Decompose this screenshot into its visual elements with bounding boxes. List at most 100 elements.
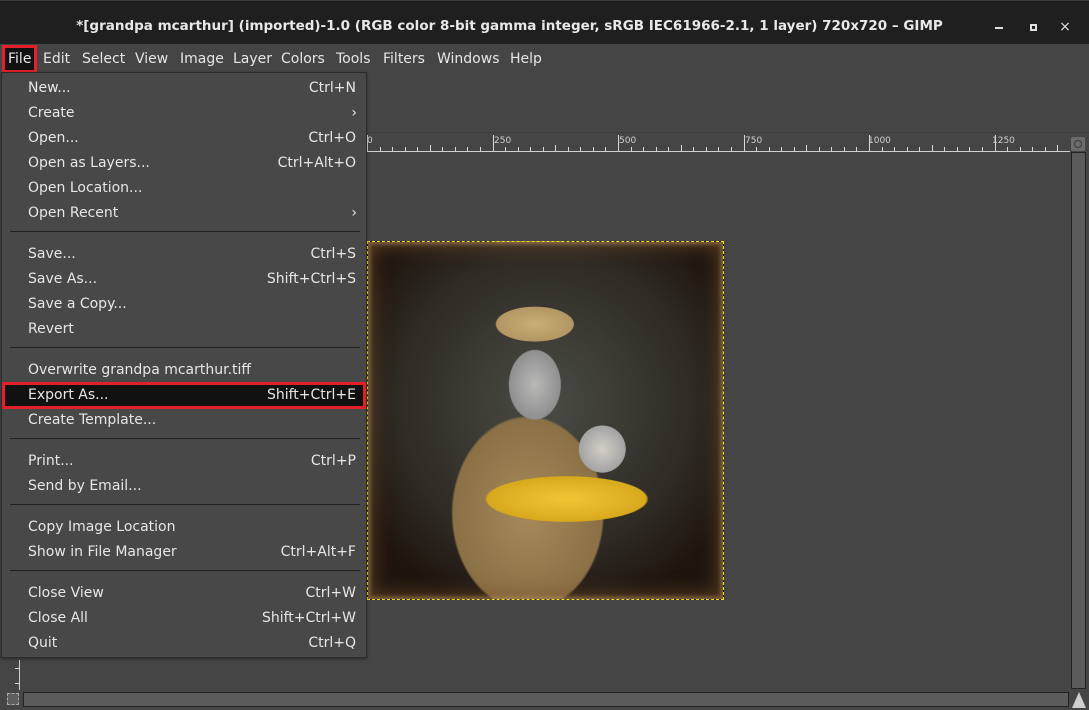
menu-layer[interactable]: Layer [230, 48, 275, 70]
menu-filters[interactable]: Filters [380, 48, 428, 70]
ruler-tick [718, 147, 720, 151]
menu-item-label: Close All [28, 610, 88, 626]
menu-item-label: Print... [28, 453, 74, 469]
ruler-tick [15, 668, 19, 669]
menu-item-send-by-email[interactable]: Send by Email... [3, 474, 365, 499]
menu-item-show-in-file-manager[interactable]: Show in File Manager Ctrl+Alt+F [3, 540, 365, 565]
menu-item-close-view[interactable]: Close View Ctrl+W [3, 581, 365, 606]
menu-item-new[interactable]: New... Ctrl+N [3, 76, 365, 101]
ruler-tick [567, 147, 569, 151]
menu-item-revert[interactable]: Revert [3, 317, 365, 342]
menu-item-label: Save a Copy... [28, 296, 127, 312]
menu-edit[interactable]: Edit [40, 48, 73, 70]
quick-mask-toggle-icon[interactable] [7, 693, 19, 705]
ruler-tick [392, 147, 394, 151]
ruler-tick [1044, 147, 1046, 151]
menu-windows[interactable]: Windows [434, 48, 503, 70]
ruler-tick [743, 135, 745, 151]
menu-colors[interactable]: Colors [278, 48, 328, 70]
menu-view[interactable]: View [132, 48, 171, 70]
ruler-tick [580, 147, 582, 151]
canvas-image[interactable] [367, 241, 724, 600]
menu-item-label: Quit [28, 635, 58, 651]
shortcut-label: Ctrl+O [308, 130, 356, 146]
menu-item-export-as[interactable]: Export As... Shift+Ctrl+E [2, 382, 366, 409]
image-vignette [368, 242, 723, 599]
ruler-tick [1032, 147, 1034, 151]
ruler-tick [981, 147, 983, 151]
shortcut-label: Ctrl+Alt+O [277, 155, 356, 171]
ruler-tick [781, 147, 783, 151]
menu-tools[interactable]: Tools [333, 48, 374, 70]
menu-item-label: Overwrite grandpa mcarthur.tiff [28, 362, 252, 378]
ruler-tick [730, 147, 732, 151]
vertical-scrollbar[interactable] [1071, 152, 1086, 689]
menu-separator [10, 231, 360, 232]
ruler-tick [479, 147, 481, 151]
menu-item-label: Save... [28, 246, 76, 262]
horizontal-ruler[interactable]: 0 250 500 750 1000 1250 [360, 135, 1070, 152]
shortcut-label: Shift+Ctrl+S [266, 271, 356, 287]
ruler-tick [592, 147, 594, 151]
menu-item-overwrite[interactable]: Overwrite grandpa mcarthur.tiff [3, 358, 365, 383]
menu-item-label: Create Template... [28, 412, 157, 428]
menu-item-close-all[interactable]: Close All Shift+Ctrl+W [3, 606, 365, 631]
navigate-icon[interactable] [1072, 692, 1086, 708]
menu-item-copy-image-location[interactable]: Copy Image Location [3, 515, 365, 540]
horizontal-scrollbar[interactable] [23, 692, 1069, 707]
menu-image[interactable]: Image [177, 48, 227, 70]
menu-item-open-as-layers[interactable]: Open as Layers... Ctrl+Alt+O [3, 151, 365, 176]
ruler-label: 500 [619, 136, 637, 146]
menu-item-label: Revert [28, 321, 74, 337]
menu-item-open-recent[interactable]: Open Recent › [3, 201, 365, 226]
menu-item-create[interactable]: Create › [3, 101, 365, 126]
menu-item-print[interactable]: Print... Ctrl+P [3, 449, 365, 474]
minimize-button[interactable] [987, 15, 1011, 39]
ruler-tick [756, 147, 758, 151]
close-button[interactable]: × [1053, 15, 1077, 39]
menu-item-label: Copy Image Location [28, 519, 176, 535]
menu-help[interactable]: Help [507, 48, 545, 70]
ruler-tick [956, 147, 958, 151]
menu-item-create-template[interactable]: Create Template... [3, 408, 365, 433]
menu-item-label: Create [28, 105, 75, 121]
ruler-tick [680, 145, 682, 151]
ruler-tick [944, 147, 946, 151]
maximize-button[interactable] [1021, 15, 1045, 39]
gimp-window: *[grandpa mcarthur] (imported)-1.0 (RGB … [0, 0, 1089, 710]
vertical-ruler[interactable] [14, 660, 20, 690]
ruler-tick [530, 147, 532, 151]
chevron-right-icon: › [351, 205, 357, 221]
ruler-tick [492, 135, 494, 151]
ruler-tick [969, 147, 971, 151]
menu-item-save[interactable]: Save... Ctrl+S [3, 242, 365, 267]
menu-separator [10, 438, 360, 439]
ruler-tick [831, 147, 833, 151]
shortcut-label: Ctrl+S [310, 246, 356, 262]
menu-item-open-location[interactable]: Open Location... [3, 176, 365, 201]
ruler-tick [429, 145, 431, 151]
menu-item-save-as[interactable]: Save As... Shift+Ctrl+S [3, 267, 365, 292]
menu-item-quit[interactable]: Quit Ctrl+Q [3, 631, 365, 656]
ruler-tick [693, 147, 695, 151]
ruler-tick [818, 147, 820, 151]
shortcut-label: Ctrl+N [308, 80, 356, 96]
menu-separator [10, 570, 360, 571]
menu-file[interactable]: File [1, 45, 38, 73]
menu-select[interactable]: Select [79, 48, 128, 70]
ruler-tick [517, 147, 519, 151]
shortcut-label: Ctrl+P [310, 453, 356, 469]
ruler-tick [467, 147, 469, 151]
ruler-tick [843, 147, 845, 151]
ruler-tick [15, 683, 19, 684]
menu-item-label: Close View [28, 585, 104, 601]
ruler-tick [605, 147, 607, 151]
menu-item-label: Show in File Manager [28, 544, 177, 560]
menu-item-save-a-copy[interactable]: Save a Copy... [3, 292, 365, 317]
title-bar: *[grandpa mcarthur] (imported)-1.0 (RGB … [0, 0, 1089, 44]
menu-item-open[interactable]: Open... Ctrl+O [3, 126, 365, 151]
maximize-icon [1029, 24, 1037, 31]
zoom-image-icon[interactable] [1071, 137, 1085, 151]
ruler-tick [1057, 145, 1059, 151]
shortcut-label: Shift+Ctrl+W [261, 610, 356, 626]
